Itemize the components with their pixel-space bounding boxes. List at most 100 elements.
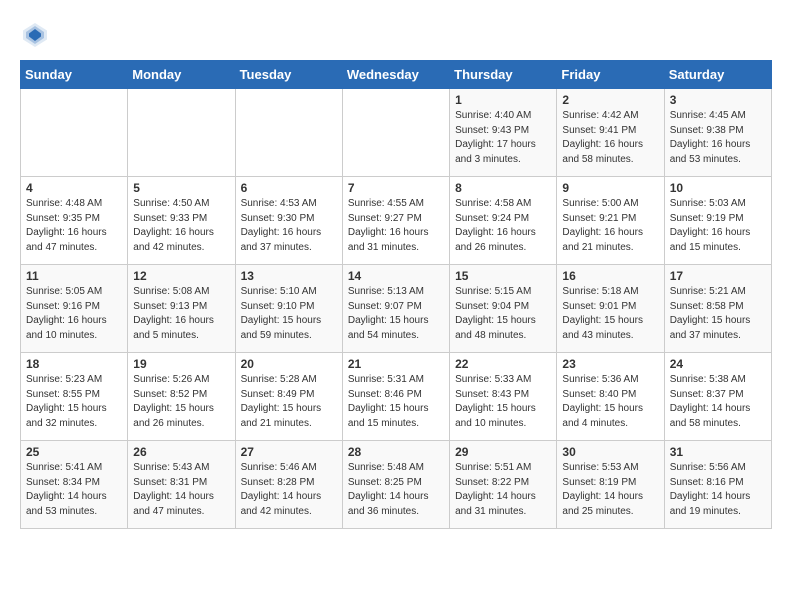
- calendar-cell: 22 Sunrise: 5:33 AM Sunset: 8:43 PM Dayli…: [450, 353, 557, 441]
- day-info: Sunrise: 5:33 AM Sunset: 8:43 PM Dayligh…: [455, 373, 551, 431]
- day-number: 10: [670, 181, 766, 195]
- calendar-cell: 2 Sunrise: 4:42 AM Sunset: 9:41 PM Daylig…: [557, 89, 664, 177]
- calendar-cell: 6 Sunrise: 4:53 AM Sunset: 9:30 PM Daylig…: [235, 177, 342, 265]
- day-number: 22: [455, 357, 551, 371]
- day-info: Sunrise: 4:50 AM Sunset: 9:33 PM Dayligh…: [133, 197, 229, 255]
- calendar-cell: 12 Sunrise: 5:08 AM Sunset: 9:13 PM Dayli…: [128, 265, 235, 353]
- day-number: 2: [562, 93, 658, 107]
- day-number: 21: [348, 357, 444, 371]
- weekday-header: Friday: [557, 61, 664, 89]
- day-info: Sunrise: 5:38 AM Sunset: 8:37 PM Dayligh…: [670, 373, 766, 431]
- calendar-cell: [235, 89, 342, 177]
- weekday-header: Sunday: [21, 61, 128, 89]
- logo: [20, 20, 54, 50]
- day-number: 26: [133, 445, 229, 459]
- calendar-cell: 19 Sunrise: 5:26 AM Sunset: 8:52 PM Dayli…: [128, 353, 235, 441]
- calendar-cell: 16 Sunrise: 5:18 AM Sunset: 9:01 PM Dayli…: [557, 265, 664, 353]
- day-info: Sunrise: 5:03 AM Sunset: 9:19 PM Dayligh…: [670, 197, 766, 255]
- day-info: Sunrise: 4:58 AM Sunset: 9:24 PM Dayligh…: [455, 197, 551, 255]
- day-info: Sunrise: 5:43 AM Sunset: 8:31 PM Dayligh…: [133, 461, 229, 519]
- calendar-cell: 24 Sunrise: 5:38 AM Sunset: 8:37 PM Dayli…: [664, 353, 771, 441]
- day-number: 23: [562, 357, 658, 371]
- calendar-cell: 14Sunrise: 5:13 AM Sunset: 9:07 PM Dayli…: [342, 265, 449, 353]
- day-info: Sunrise: 4:40 AM Sunset: 9:43 PM Dayligh…: [455, 109, 551, 167]
- day-info: Sunrise: 5:56 AM Sunset: 8:16 PM Dayligh…: [670, 461, 766, 519]
- day-number: 4: [26, 181, 122, 195]
- calendar-cell: 17 Sunrise: 5:21 AM Sunset: 8:58 PM Dayli…: [664, 265, 771, 353]
- day-number: 29: [455, 445, 551, 459]
- day-number: 7: [348, 181, 444, 195]
- weekday-header: Monday: [128, 61, 235, 89]
- day-info: Sunrise: 5:36 AM Sunset: 8:40 PM Dayligh…: [562, 373, 658, 431]
- day-info: Sunrise: 4:55 AM Sunset: 9:27 PM Dayligh…: [348, 197, 444, 255]
- day-info: Sunrise: 5:08 AM Sunset: 9:13 PM Dayligh…: [133, 285, 229, 343]
- calendar-cell: 27Sunrise: 5:46 AM Sunset: 8:28 PM Dayli…: [235, 441, 342, 529]
- calendar-cell: 25 Sunrise: 5:41 AM Sunset: 8:34 PM Dayli…: [21, 441, 128, 529]
- calendar-cell: 10 Sunrise: 5:03 AM Sunset: 9:19 PM Dayli…: [664, 177, 771, 265]
- day-info: Sunrise: 5:05 AM Sunset: 9:16 PM Dayligh…: [26, 285, 122, 343]
- calendar-week-row: 11 Sunrise: 5:05 AM Sunset: 9:16 PM Dayli…: [21, 265, 772, 353]
- day-info: Sunrise: 5:10 AM Sunset: 9:10 PM Dayligh…: [241, 285, 337, 343]
- day-number: 13: [241, 269, 337, 283]
- day-number: 17: [670, 269, 766, 283]
- calendar-table: SundayMondayTuesdayWednesdayThursdayFrid…: [20, 60, 772, 529]
- weekday-header: Saturday: [664, 61, 771, 89]
- day-info: Sunrise: 5:23 AM Sunset: 8:55 PM Dayligh…: [26, 373, 122, 431]
- day-info: Sunrise: 5:00 AM Sunset: 9:21 PM Dayligh…: [562, 197, 658, 255]
- day-number: 16: [562, 269, 658, 283]
- calendar-week-row: 1 Sunrise: 4:40 AM Sunset: 9:43 PM Daylig…: [21, 89, 772, 177]
- calendar-cell: 5 Sunrise: 4:50 AM Sunset: 9:33 PM Daylig…: [128, 177, 235, 265]
- weekday-header: Thursday: [450, 61, 557, 89]
- day-number: 9: [562, 181, 658, 195]
- day-number: 20: [241, 357, 337, 371]
- calendar-cell: 18Sunrise: 5:23 AM Sunset: 8:55 PM Dayli…: [21, 353, 128, 441]
- day-number: 30: [562, 445, 658, 459]
- day-number: 31: [670, 445, 766, 459]
- calendar-cell: 28Sunrise: 5:48 AM Sunset: 8:25 PM Dayli…: [342, 441, 449, 529]
- day-number: 1: [455, 93, 551, 107]
- day-number: 11: [26, 269, 122, 283]
- day-info: Sunrise: 4:48 AM Sunset: 9:35 PM Dayligh…: [26, 197, 122, 255]
- day-number: 24: [670, 357, 766, 371]
- calendar-cell: 1 Sunrise: 4:40 AM Sunset: 9:43 PM Daylig…: [450, 89, 557, 177]
- calendar-cell: 21 Sunrise: 5:31 AM Sunset: 8:46 PM Dayli…: [342, 353, 449, 441]
- calendar-cell: 31 Sunrise: 5:56 AM Sunset: 8:16 PM Dayli…: [664, 441, 771, 529]
- day-number: 12: [133, 269, 229, 283]
- day-number: 8: [455, 181, 551, 195]
- day-info: Sunrise: 5:26 AM Sunset: 8:52 PM Dayligh…: [133, 373, 229, 431]
- calendar-cell: 11 Sunrise: 5:05 AM Sunset: 9:16 PM Dayli…: [21, 265, 128, 353]
- logo-icon: [20, 20, 50, 50]
- calendar-cell: 23 Sunrise: 5:36 AM Sunset: 8:40 PM Dayli…: [557, 353, 664, 441]
- calendar-cell: 8 Sunrise: 4:58 AM Sunset: 9:24 PM Daylig…: [450, 177, 557, 265]
- day-info: Sunrise: 4:42 AM Sunset: 9:41 PM Dayligh…: [562, 109, 658, 167]
- calendar-cell: [128, 89, 235, 177]
- day-info: Sunrise: 5:18 AM Sunset: 9:01 PM Dayligh…: [562, 285, 658, 343]
- calendar-week-row: 25 Sunrise: 5:41 AM Sunset: 8:34 PM Dayli…: [21, 441, 772, 529]
- calendar-cell: 29Sunrise: 5:51 AM Sunset: 8:22 PM Dayli…: [450, 441, 557, 529]
- day-info: Sunrise: 4:45 AM Sunset: 9:38 PM Dayligh…: [670, 109, 766, 167]
- day-number: 27: [241, 445, 337, 459]
- day-number: 28: [348, 445, 444, 459]
- weekday-header: Wednesday: [342, 61, 449, 89]
- day-number: 5: [133, 181, 229, 195]
- day-info: Sunrise: 5:13 AM Sunset: 9:07 PM Dayligh…: [348, 285, 444, 343]
- calendar-week-row: 4 Sunrise: 4:48 AM Sunset: 9:35 PM Daylig…: [21, 177, 772, 265]
- calendar-week-row: 18Sunrise: 5:23 AM Sunset: 8:55 PM Dayli…: [21, 353, 772, 441]
- calendar-cell: 15Sunrise: 5:15 AM Sunset: 9:04 PM Dayli…: [450, 265, 557, 353]
- calendar-cell: 7 Sunrise: 4:55 AM Sunset: 9:27 PM Daylig…: [342, 177, 449, 265]
- calendar-cell: 13 Sunrise: 5:10 AM Sunset: 9:10 PM Dayli…: [235, 265, 342, 353]
- day-number: 19: [133, 357, 229, 371]
- day-info: Sunrise: 5:31 AM Sunset: 8:46 PM Dayligh…: [348, 373, 444, 431]
- weekday-header-row: SundayMondayTuesdayWednesdayThursdayFrid…: [21, 61, 772, 89]
- day-info: Sunrise: 5:41 AM Sunset: 8:34 PM Dayligh…: [26, 461, 122, 519]
- day-number: 25: [26, 445, 122, 459]
- calendar-cell: 30 Sunrise: 5:53 AM Sunset: 8:19 PM Dayli…: [557, 441, 664, 529]
- calendar-cell: 20Sunrise: 5:28 AM Sunset: 8:49 PM Dayli…: [235, 353, 342, 441]
- day-info: Sunrise: 5:21 AM Sunset: 8:58 PM Dayligh…: [670, 285, 766, 343]
- day-info: Sunrise: 4:53 AM Sunset: 9:30 PM Dayligh…: [241, 197, 337, 255]
- day-info: Sunrise: 5:53 AM Sunset: 8:19 PM Dayligh…: [562, 461, 658, 519]
- day-number: 6: [241, 181, 337, 195]
- day-info: Sunrise: 5:15 AM Sunset: 9:04 PM Dayligh…: [455, 285, 551, 343]
- weekday-header: Tuesday: [235, 61, 342, 89]
- page-header: [20, 20, 772, 50]
